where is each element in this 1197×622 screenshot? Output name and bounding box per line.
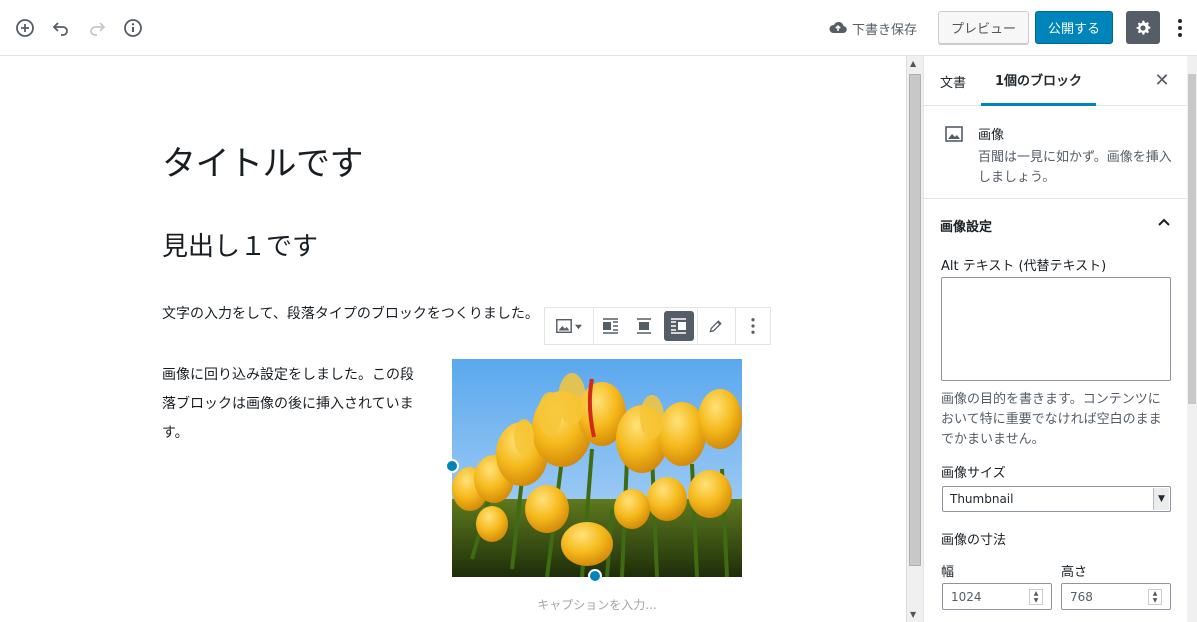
tulip-photo	[452, 359, 742, 577]
alt-text-label: Alt テキスト (代替テキスト)	[941, 259, 1107, 274]
ellipsis-vertical-icon	[751, 318, 755, 334]
block-name: 画像	[978, 128, 1005, 143]
heading-block[interactable]: 見出し１です	[162, 226, 318, 263]
alt-text-help: 画像の目的を書きます。コンテンツにおいて特に重要でなければ空白のままでかまいませ…	[941, 392, 1162, 447]
caret-down-icon	[575, 324, 583, 329]
paragraph-block[interactable]: 画像に回り込み設定をしました。この段落ブロックは画像の後に挿入されています。	[162, 361, 427, 448]
sidebar-scrollbar[interactable]	[1187, 56, 1197, 622]
image-icon	[556, 318, 573, 334]
post-title[interactable]: タイトルです	[162, 136, 364, 185]
add-block-icon[interactable]	[13, 16, 37, 40]
block-card: 画像 百聞は一見に如かず。画像を挿入しましょう。	[924, 106, 1187, 199]
block-more-button[interactable]	[736, 308, 770, 344]
align-center-icon	[637, 318, 652, 334]
editor-canvas: タイトルです 見出し１です 文字の入力をして、段落タイプのブロックをつくりました…	[0, 56, 906, 622]
block-toolbar	[544, 307, 771, 345]
ellipsis-vertical-icon	[1178, 19, 1182, 37]
tulip-image[interactable]	[452, 359, 742, 577]
settings-button[interactable]	[1126, 11, 1160, 44]
pencil-icon	[709, 320, 723, 333]
undo-icon[interactable]	[49, 16, 73, 40]
image-size-select[interactable]: Thumbnail ▼	[942, 486, 1171, 512]
editor-header: 下書き保存 プレビュー 公開する	[0, 0, 1197, 56]
height-input[interactable]: 768 ▲ ▼	[1061, 583, 1171, 610]
change-block-type-button[interactable]	[545, 308, 593, 344]
scroll-thumb[interactable]	[1188, 74, 1196, 404]
height-label: 高さ	[1061, 565, 1088, 580]
stepper-icon[interactable]: ▲ ▼	[1029, 589, 1043, 605]
alt-text-field[interactable]	[941, 277, 1171, 381]
cloud-upload-icon	[829, 21, 847, 34]
align-center-button[interactable]	[627, 308, 661, 344]
width-value: 1024	[951, 589, 982, 604]
align-left-button[interactable]	[594, 308, 628, 344]
caption-input[interactable]: キャプションを入力...	[452, 596, 742, 613]
redo-icon[interactable]	[85, 16, 109, 40]
image-size-value: Thumbnail	[950, 492, 1014, 506]
preview-button[interactable]: プレビュー	[938, 11, 1029, 44]
editor-scrollbar[interactable]: ▲ ▼	[906, 56, 923, 622]
save-draft-button[interactable]: 下書き保存	[828, 17, 917, 39]
info-icon[interactable]	[121, 16, 145, 40]
image-size-label: 画像サイズ	[941, 466, 1006, 481]
close-icon[interactable]: ✕	[1152, 70, 1172, 91]
width-input[interactable]: 1024 ▲ ▼	[942, 583, 1052, 610]
block-description: 百聞は一見に如かず。画像を挿入しましょう。	[978, 150, 1172, 185]
resize-handle-bottom[interactable]	[588, 569, 602, 583]
resize-handle-left[interactable]	[445, 459, 459, 473]
edit-image-button[interactable]	[698, 308, 736, 344]
scroll-up-arrow[interactable]: ▲	[910, 59, 916, 68]
chevron-up-icon[interactable]	[1156, 214, 1172, 230]
width-label: 幅	[941, 565, 955, 580]
align-right-button[interactable]	[663, 311, 694, 341]
settings-sidebar: 文書 1個のブロック ✕ 画像 百聞は一見に如かず。画像を挿入しましょう。 画像…	[923, 56, 1187, 622]
image-icon	[945, 126, 963, 142]
sidebar-tabs: 文書 1個のブロック ✕	[924, 56, 1187, 106]
save-draft-label: 下書き保存	[852, 22, 918, 38]
align-left-icon	[603, 318, 619, 334]
more-options-button[interactable]	[1170, 14, 1190, 42]
scroll-thumb[interactable]	[909, 74, 921, 566]
scroll-down-arrow[interactable]: ▼	[910, 610, 916, 619]
chevron-down-icon: ▼	[1153, 488, 1169, 510]
publish-button[interactable]: 公開する	[1035, 11, 1113, 44]
stepper-icon[interactable]: ▲ ▼	[1148, 589, 1162, 605]
tab-document[interactable]: 文書	[940, 56, 966, 106]
gear-icon	[1136, 20, 1151, 35]
tab-block[interactable]: 1個のブロック	[981, 56, 1097, 106]
paragraph-block[interactable]: 文字の入力をして、段落タイプのブロックをつくりました。	[162, 303, 539, 323]
image-dimensions-label: 画像の寸法	[941, 533, 1007, 548]
height-value: 768	[1070, 589, 1093, 604]
align-right-icon	[670, 318, 686, 334]
panel-title[interactable]: 画像設定	[940, 216, 992, 235]
